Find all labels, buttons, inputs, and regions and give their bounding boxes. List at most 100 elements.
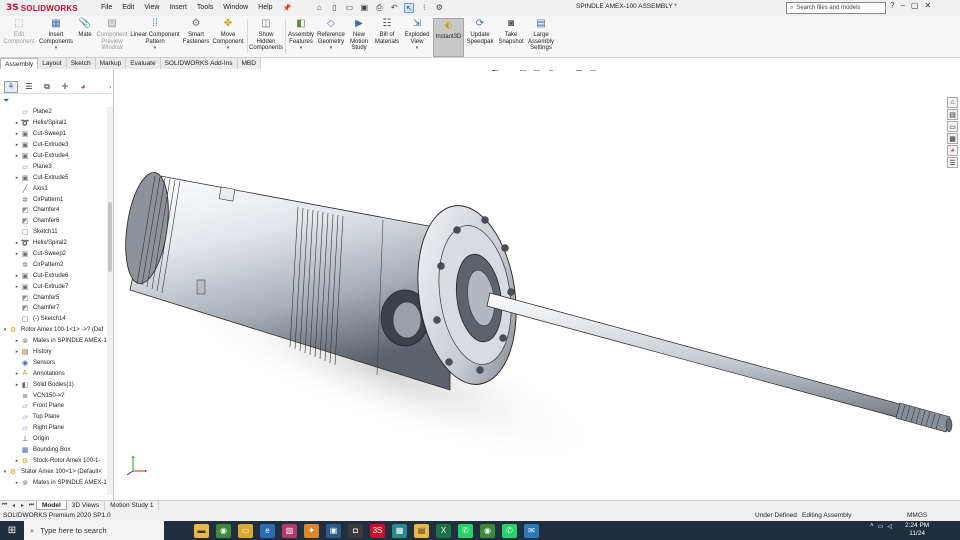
tree-item[interactable]: ▸ ▣ Cut-Extrude7: [0, 281, 108, 292]
tree-item[interactable]: ▾ ⚙ Rotor Amex 100-1<1> ->? (Def: [0, 325, 108, 336]
image-viewer-icon[interactable]: ▧: [282, 523, 297, 538]
insert-components-button[interactable]: ▦ Insert Components ▾: [37, 18, 75, 52]
tab-3d-views[interactable]: 3D Views: [67, 501, 106, 510]
view-palette-icon[interactable]: ▦: [947, 133, 958, 144]
taskbar-search-box[interactable]: ⌕ Type here to search: [24, 521, 164, 540]
tree-item[interactable]: ▢ (-) Sketch14: [0, 314, 108, 325]
photo-editor-icon[interactable]: ▣: [326, 523, 341, 538]
tree-item[interactable]: ✲ CirPattern1: [0, 194, 108, 205]
menu-window[interactable]: Window: [218, 4, 253, 12]
chevron-down-icon[interactable]: ▾: [154, 45, 157, 52]
chevron-down-icon[interactable]: ▾: [227, 45, 230, 52]
dynamic-annotation-icon[interactable]: ✎: [504, 70, 514, 72]
menu-insert[interactable]: Insert: [164, 4, 192, 12]
solidworks-resources-icon[interactable]: ⌂: [947, 97, 958, 108]
explorer-icon[interactable]: ▤: [414, 523, 429, 538]
whatsapp-icon[interactable]: ✆: [458, 523, 473, 538]
show-hidden-components-button[interactable]: ◫ Show Hidden Components: [249, 18, 283, 52]
tree-item[interactable]: ◩ Chamfer7: [0, 303, 108, 314]
tree-item[interactable]: ▸ ▣ Cut-Sweep2: [0, 249, 108, 260]
folder-icon[interactable]: ▭: [238, 523, 253, 538]
design-library-icon[interactable]: ▤: [947, 109, 958, 120]
restore-icon[interactable]: ▢: [911, 1, 919, 10]
tab-mbd[interactable]: MBD: [237, 58, 261, 69]
tree-item[interactable]: ▸ ⊚ Mates in SPINDLE AMEX-1: [0, 336, 108, 347]
assembly-features-button[interactable]: ◧ Assembly Features ▾: [286, 18, 316, 52]
display-style-icon[interactable]: ◩: [532, 70, 542, 72]
tree-item[interactable]: ◉ Sensors: [0, 357, 108, 368]
tab-layout[interactable]: Layout: [38, 58, 67, 69]
help-icon[interactable]: ?: [890, 1, 894, 10]
edit-appearance-icon[interactable]: ◕: [560, 70, 570, 72]
next-tab-icon[interactable]: ▸: [18, 502, 27, 509]
dimxpert-tab-icon[interactable]: ✛: [58, 81, 72, 93]
mate-button[interactable]: 📎 Mate: [75, 18, 95, 39]
tree-item[interactable]: ╱ Axis1: [0, 183, 108, 194]
tree-item[interactable]: ▾ ⚙ Stator Amex 100<1> (Default<: [0, 466, 108, 477]
whatsapp-icon[interactable]: ✆: [502, 523, 517, 538]
file-manager-icon[interactable]: ▬: [194, 523, 209, 538]
view-settings-icon[interactable]: ▢: [588, 70, 598, 72]
chevron-down-icon[interactable]: ▾: [416, 45, 419, 52]
tree-item[interactable]: ✲ CirPattern2: [0, 259, 108, 270]
search-input[interactable]: Search files and models: [796, 5, 860, 11]
tree-item[interactable]: ▸ ➰ Helix/Spiral2: [0, 238, 108, 249]
windows-start-icon[interactable]: ⊞: [0, 521, 24, 540]
camera-icon[interactable]: ◘: [348, 523, 363, 538]
configuration-manager-tab-icon[interactable]: ⧉: [40, 81, 54, 93]
status-units[interactable]: MMGS: [907, 512, 927, 519]
prev-tab-icon[interactable]: ◂: [9, 502, 18, 509]
pin-icon[interactable]: 📌: [278, 4, 297, 12]
update-speedpak-button[interactable]: ⟳ Update Speedpak: [466, 18, 494, 45]
tree-item[interactable]: ▸ ▣ Cut-Extrude4: [0, 151, 108, 162]
tree-item[interactable]: ▸ ▣ Cut-Sweep1: [0, 129, 108, 140]
tree-item[interactable]: ▸ ◧ Solid Bodies(1): [0, 379, 108, 390]
previous-view-icon[interactable]: ↺: [476, 70, 486, 72]
menu-help[interactable]: Help: [253, 4, 277, 12]
chevron-down-icon[interactable]: ▾: [55, 45, 58, 52]
taskbar-clock[interactable]: 2:24 PM 11/24: [905, 522, 929, 538]
last-tab-icon[interactable]: ⏭: [27, 502, 36, 509]
appearances-icon[interactable]: ◕: [947, 145, 958, 156]
tree-item[interactable]: ▸ ▣ Cut-Extrude5: [0, 172, 108, 183]
options-gear-icon[interactable]: ⚙: [434, 3, 444, 13]
save-icon[interactable]: ▣: [359, 3, 369, 13]
undo-icon[interactable]: ↶: [389, 3, 399, 13]
view-orientation-icon[interactable]: ◰: [518, 70, 528, 72]
select-icon[interactable]: ↖: [404, 3, 415, 13]
open-folder-icon[interactable]: ▭: [344, 3, 354, 13]
excel-icon[interactable]: X: [436, 523, 451, 538]
menu-edit[interactable]: Edit: [117, 4, 139, 12]
tree-item[interactable]: ▢ Sketch11: [0, 227, 108, 238]
chevron-right-icon[interactable]: ›: [109, 84, 111, 91]
edit-component-button[interactable]: ⬚ Edit Component: [2, 18, 36, 45]
new-document-icon[interactable]: ▯: [329, 3, 339, 13]
reference-geometry-button[interactable]: ◇ Reference Geometry ▾: [316, 18, 346, 52]
custom-properties-icon[interactable]: ☰: [947, 157, 958, 168]
tree-item[interactable]: ▸ ⊚ Mates in SPINDLE AMEX-1: [0, 477, 108, 488]
tree-item[interactable]: ▦ Bounding Box: [0, 445, 108, 456]
print-icon[interactable]: ⎙: [374, 3, 384, 13]
take-snapshot-button[interactable]: ◙ Take Snapshot: [497, 18, 525, 45]
tab-assembly[interactable]: Assembly: [0, 58, 39, 69]
tab-model[interactable]: Model: [36, 501, 67, 510]
file-explorer-icon[interactable]: ▭: [947, 121, 958, 132]
tab-solidworks-addins[interactable]: SOLIDWORKS Add-Ins: [160, 58, 238, 69]
component-preview-window-button[interactable]: ▧ Component Preview Window: [95, 18, 129, 52]
tab-sketch[interactable]: Sketch: [66, 58, 96, 69]
large-assembly-settings-button[interactable]: ▤ Large Assembly Settings: [526, 18, 556, 52]
tree-item[interactable]: ▱ Top Plane: [0, 412, 108, 423]
tree-item[interactable]: ▸ ▤ History: [0, 347, 108, 358]
menu-file[interactable]: File: [96, 4, 117, 12]
apply-scene-icon[interactable]: ▨: [574, 70, 584, 72]
hide-show-items-icon[interactable]: ◉: [546, 70, 556, 72]
tab-evaluate[interactable]: Evaluate: [126, 58, 161, 69]
tab-motion-study-1[interactable]: Motion Study 1: [105, 501, 160, 510]
tree-item[interactable]: ▱ Plane3: [0, 161, 108, 172]
game-icon[interactable]: ✦: [304, 523, 319, 538]
exploded-view-button[interactable]: ⇲ Exploded View ▾: [402, 18, 432, 52]
linear-component-pattern-button[interactable]: ⁞⁞ Linear Component Pattern ▾: [129, 18, 181, 52]
display-manager-tab-icon[interactable]: ◕: [76, 81, 90, 93]
tray-chevron-up-icon[interactable]: ˄: [870, 523, 874, 530]
tree-item[interactable]: ◩ Chamfer4: [0, 205, 108, 216]
